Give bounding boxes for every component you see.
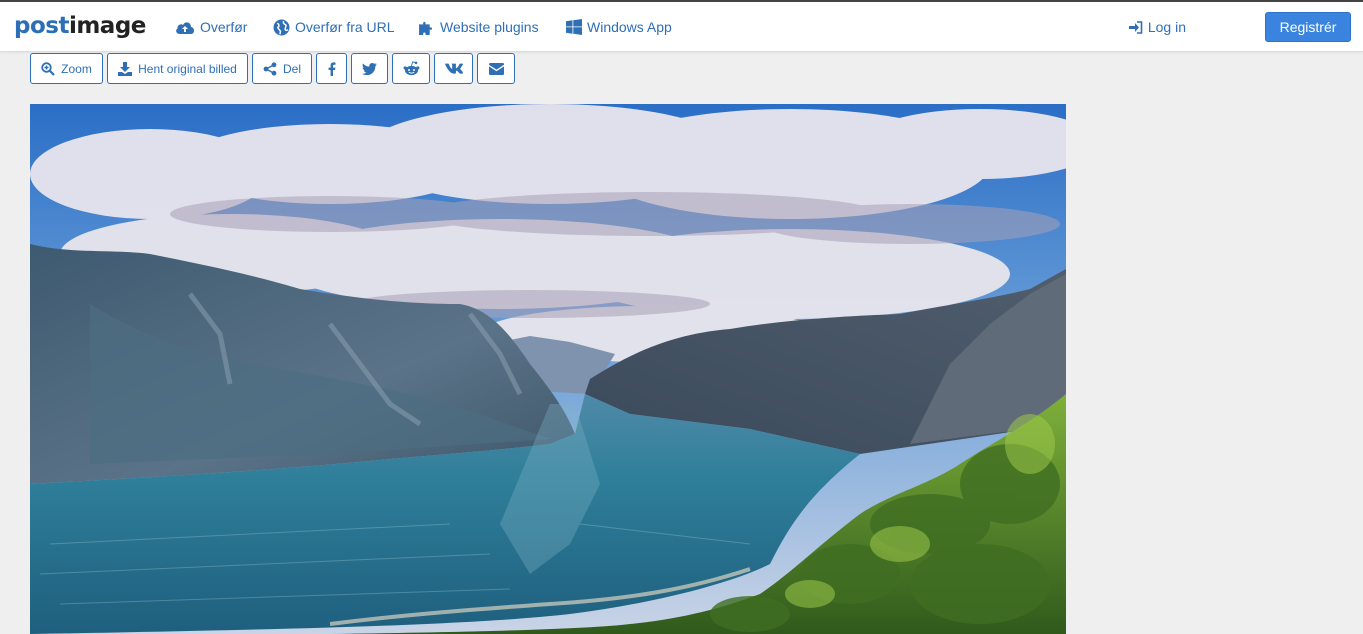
- download-icon: [118, 61, 133, 76]
- nav-upload-url-label: Overfør fra URL: [295, 19, 395, 35]
- facebook-icon: [328, 61, 335, 76]
- twitter-icon: [362, 62, 377, 75]
- nav-upload-url[interactable]: Overfør fra URL: [273, 16, 395, 38]
- vk-share-button[interactable]: [434, 53, 473, 84]
- download-original-label: Hent original billed: [138, 61, 237, 76]
- puzzle-piece-icon: [419, 21, 433, 35]
- uploaded-image[interactable]: [30, 104, 1066, 634]
- windows-icon: [566, 19, 582, 35]
- zoom-label: Zoom: [61, 61, 92, 76]
- share-button[interactable]: Del: [252, 53, 312, 84]
- twitter-share-button[interactable]: [351, 53, 388, 84]
- email-share-button[interactable]: [477, 53, 515, 84]
- share-label: Del: [282, 61, 301, 76]
- reddit-icon: [403, 61, 419, 76]
- cloud-upload-icon: [176, 22, 194, 34]
- fjord-landscape-photo: [30, 104, 1066, 634]
- login-link[interactable]: Log in: [1128, 16, 1186, 38]
- nav-upload[interactable]: Overfør: [175, 16, 247, 38]
- envelope-icon: [488, 62, 504, 75]
- login-label: Log in: [1147, 19, 1186, 35]
- postimage-logo[interactable]: postimage: [14, 11, 146, 41]
- download-original-button[interactable]: Hent original billed: [107, 53, 248, 84]
- register-button[interactable]: Registrér: [1265, 12, 1351, 42]
- nav-website-plugins[interactable]: Website plugins: [418, 16, 539, 38]
- facebook-share-button[interactable]: [316, 53, 347, 84]
- top-navbar: postimage Overfør Overfør fra URL Websit…: [0, 2, 1363, 52]
- nav-website-plugins-label: Website plugins: [440, 19, 539, 35]
- nav-upload-label: Overfør: [200, 19, 248, 35]
- nav-windows-app-label: Windows App: [587, 19, 672, 35]
- share-icon: [263, 61, 277, 76]
- zoom-in-icon: [41, 61, 55, 76]
- reddit-share-button[interactable]: [392, 53, 430, 84]
- zoom-button[interactable]: Zoom: [30, 53, 103, 84]
- sign-in-icon: [1128, 20, 1143, 34]
- vk-icon: [444, 63, 463, 74]
- globe-icon: [273, 19, 290, 35]
- nav-windows-app[interactable]: Windows App: [566, 16, 672, 38]
